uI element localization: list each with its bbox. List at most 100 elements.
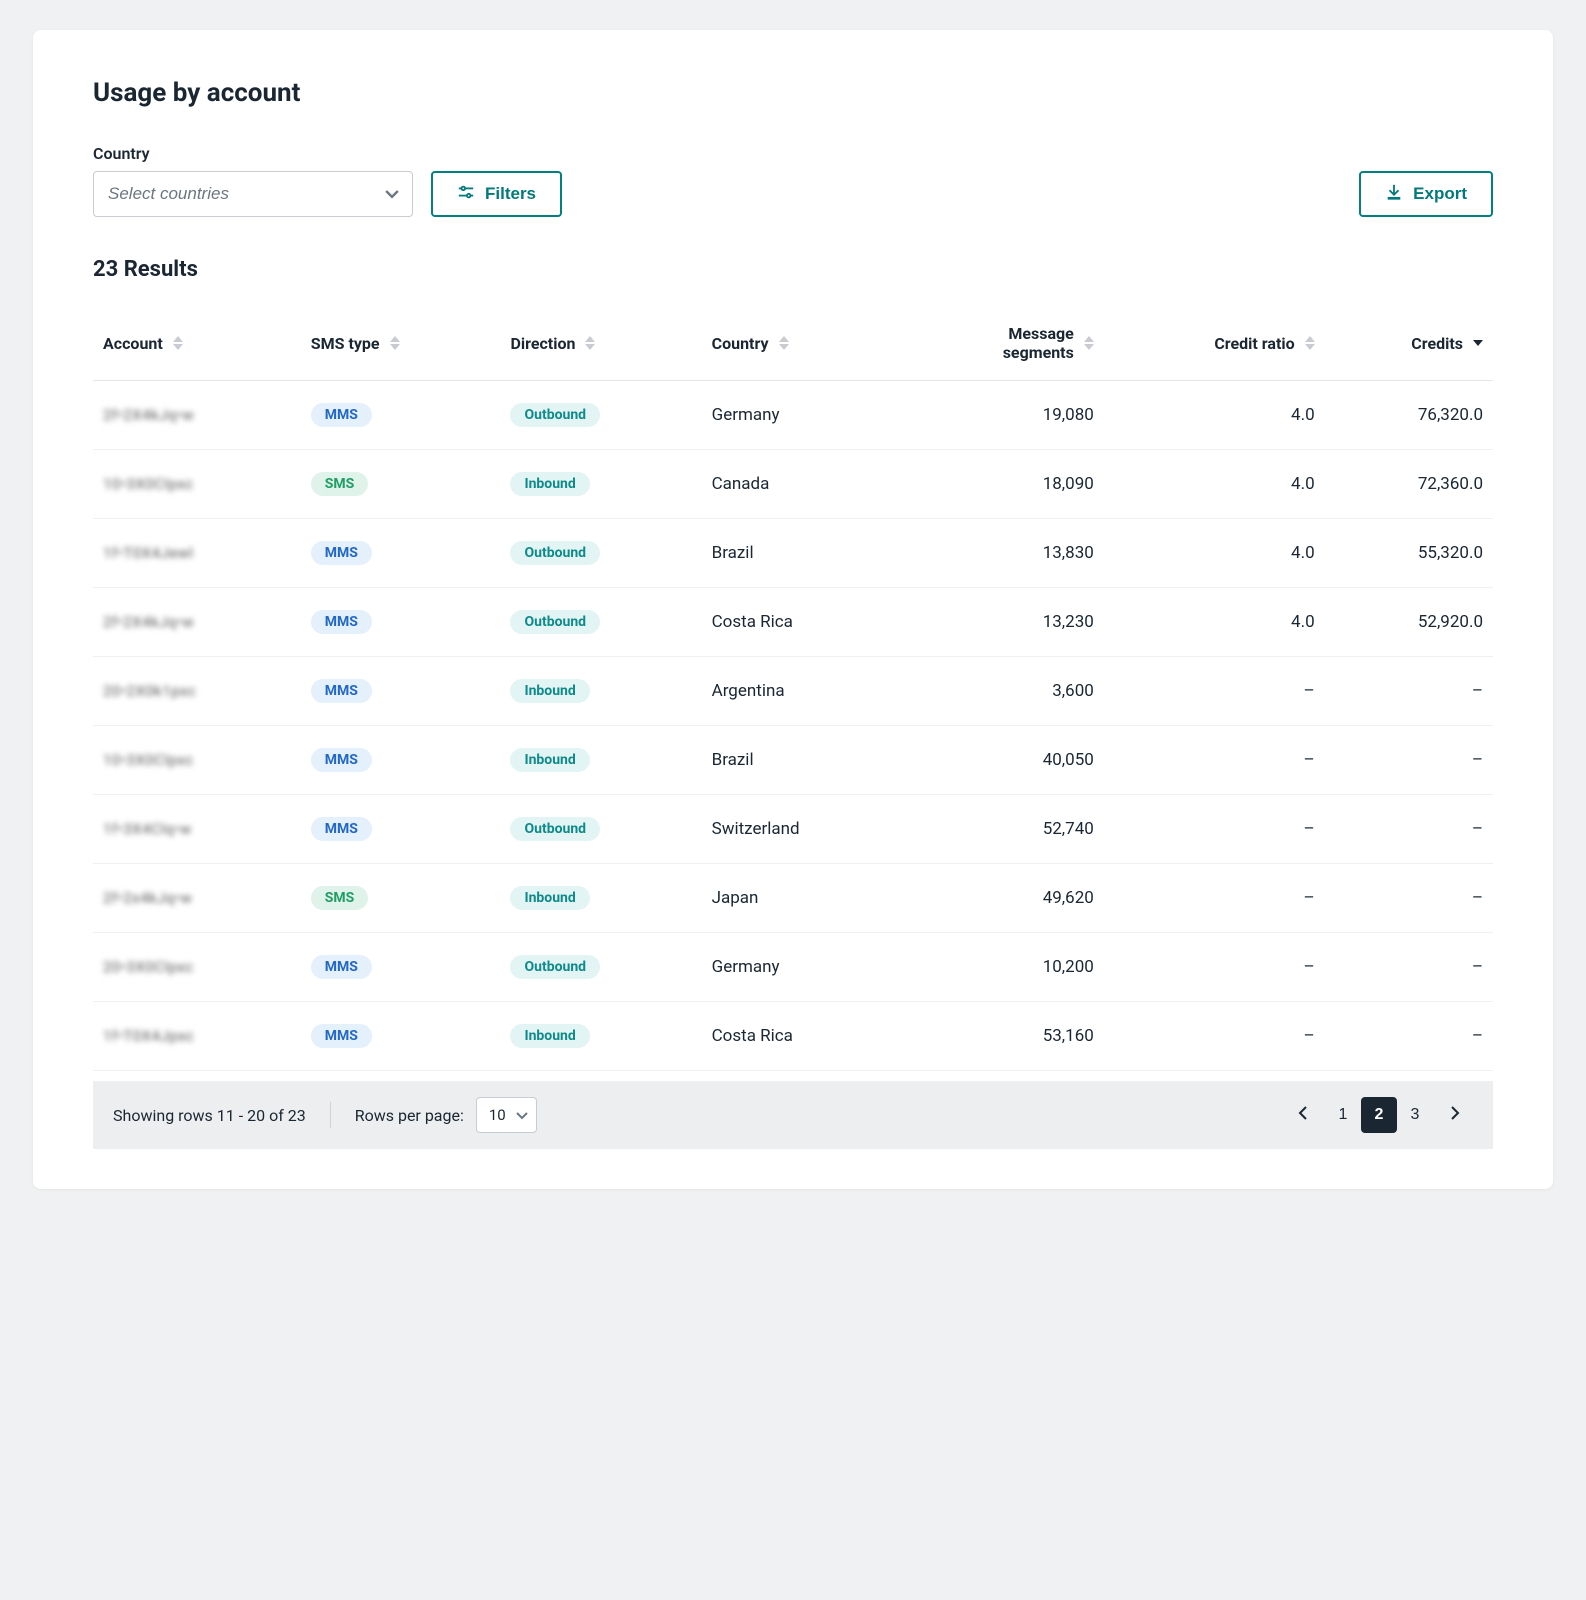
col-sms-type[interactable]: SMS type (301, 306, 501, 381)
segments-cell: 10,200 (900, 933, 1104, 1002)
download-icon (1385, 183, 1403, 206)
page-number-button[interactable]: 3 (1397, 1097, 1433, 1133)
account-cell: 1f•T0X4Jewl (93, 519, 301, 588)
sms-type-cell: MMS (301, 726, 501, 795)
sort-icon (390, 336, 400, 350)
country-filter-group: Country Select countries (93, 144, 413, 217)
country-cell: Brazil (702, 726, 900, 795)
ratio-cell: – (1104, 864, 1325, 933)
sms-type-cell: MMS (301, 657, 501, 726)
account-cell: 10•3X0Clpxc (93, 450, 301, 519)
usage-card: Usage by account Country Select countrie… (33, 30, 1553, 1189)
chevron-down-icon (516, 1106, 528, 1124)
credits-cell: 52,920.0 (1325, 588, 1493, 657)
table-row: 1f•3X4Clq•wMMSOutboundSwitzerland52,740–… (93, 795, 1493, 864)
direction-cell: Outbound (500, 933, 701, 1002)
col-account[interactable]: Account (93, 306, 301, 381)
direction-cell: Inbound (500, 726, 701, 795)
country-cell: Brazil (702, 519, 900, 588)
table-row: 20•2X0k1pxcMMSInboundArgentina3,600–– (93, 657, 1493, 726)
segments-cell: 52,740 (900, 795, 1104, 864)
table-row: 1f•T0X4JpxcMMSInboundCosta Rica53,160–– (93, 1002, 1493, 1071)
direction-cell: Outbound (500, 519, 701, 588)
page-controls: 123 (1285, 1097, 1473, 1133)
table-row: 10•3X0ClpxcMMSInboundBrazil40,050–– (93, 726, 1493, 795)
country-cell: Costa Rica (702, 588, 900, 657)
country-filter-label: Country (93, 144, 413, 163)
page-number-button[interactable]: 1 (1325, 1097, 1361, 1133)
pagination-bar: Showing rows 11 - 20 of 23 Rows per page… (93, 1081, 1493, 1149)
credits-cell: – (1325, 657, 1493, 726)
page-number-button[interactable]: 2 (1361, 1097, 1397, 1133)
sms-type-cell: MMS (301, 588, 501, 657)
country-cell: Japan (702, 864, 900, 933)
chevron-right-icon (1450, 1106, 1460, 1125)
col-credit-ratio[interactable]: Credit ratio (1104, 306, 1325, 381)
results-count: 23 Results (93, 257, 1493, 282)
segments-cell: 13,830 (900, 519, 1104, 588)
credits-cell: – (1325, 933, 1493, 1002)
segments-cell: 49,620 (900, 864, 1104, 933)
rows-per-page: Rows per page: 10 (355, 1097, 537, 1133)
next-page-button[interactable] (1437, 1097, 1473, 1133)
col-message-segments[interactable]: Message segments (900, 306, 1104, 381)
controls-row: Country Select countries Filters Export (93, 144, 1493, 217)
filters-button-label: Filters (485, 184, 536, 204)
segments-cell: 53,160 (900, 1002, 1104, 1071)
table-row: 1f•T0X4JewlMMSOutboundBrazil13,8304.055,… (93, 519, 1493, 588)
sliders-icon (457, 183, 475, 206)
sort-desc-icon (1473, 340, 1483, 346)
direction-cell: Inbound (500, 864, 701, 933)
ratio-cell: – (1104, 933, 1325, 1002)
ratio-cell: – (1104, 726, 1325, 795)
prev-page-button[interactable] (1285, 1097, 1321, 1133)
account-cell: 1f•T0X4Jpxc (93, 1002, 301, 1071)
sort-icon (173, 336, 183, 350)
account-cell: 20•3X0Clpxc (93, 933, 301, 1002)
table-row: 2f•2X4kJq•wMMSOutboundGermany19,0804.076… (93, 381, 1493, 450)
account-cell: 1f•3X4Clq•w (93, 795, 301, 864)
col-direction[interactable]: Direction (500, 306, 701, 381)
segments-cell: 40,050 (900, 726, 1104, 795)
table-row: 20•3X0ClpxcMMSOutboundGermany10,200–– (93, 933, 1493, 1002)
col-credits[interactable]: Credits (1325, 306, 1493, 381)
country-select[interactable]: Select countries (93, 171, 413, 217)
ratio-cell: – (1104, 657, 1325, 726)
direction-cell: Outbound (500, 588, 701, 657)
export-button-label: Export (1413, 184, 1467, 204)
sms-type-cell: MMS (301, 795, 501, 864)
rows-per-page-select[interactable]: 10 (476, 1097, 537, 1133)
filters-button[interactable]: Filters (431, 171, 562, 217)
segments-cell: 13,230 (900, 588, 1104, 657)
sort-icon (1305, 336, 1315, 350)
rows-per-page-label: Rows per page: (355, 1106, 464, 1125)
direction-cell: Outbound (500, 795, 701, 864)
table-row: 2f•2x4kJq•wSMSInboundJapan49,620–– (93, 864, 1493, 933)
sort-icon (779, 336, 789, 350)
sort-icon (585, 336, 595, 350)
account-cell: 2f•2X4kJq•w (93, 381, 301, 450)
divider (330, 1102, 331, 1128)
col-country[interactable]: Country (702, 306, 900, 381)
country-cell: Argentina (702, 657, 900, 726)
ratio-cell: – (1104, 795, 1325, 864)
sms-type-cell: MMS (301, 933, 501, 1002)
credits-cell: – (1325, 864, 1493, 933)
direction-cell: Inbound (500, 450, 701, 519)
page-title: Usage by account (93, 78, 1493, 108)
table-row: 10•3X0ClpxcSMSInboundCanada18,0904.072,3… (93, 450, 1493, 519)
export-button[interactable]: Export (1359, 171, 1493, 217)
account-cell: 20•2X0k1pxc (93, 657, 301, 726)
segments-cell: 3,600 (900, 657, 1104, 726)
usage-table: Account SMS type (93, 306, 1493, 1071)
segments-cell: 19,080 (900, 381, 1104, 450)
ratio-cell: – (1104, 1002, 1325, 1071)
pagination-left: Showing rows 11 - 20 of 23 Rows per page… (113, 1097, 537, 1133)
direction-cell: Inbound (500, 1002, 701, 1071)
credits-cell: 76,320.0 (1325, 381, 1493, 450)
country-cell: Costa Rica (702, 1002, 900, 1071)
credits-cell: 72,360.0 (1325, 450, 1493, 519)
sms-type-cell: SMS (301, 450, 501, 519)
account-cell: 10•3X0Clpxc (93, 726, 301, 795)
ratio-cell: 4.0 (1104, 381, 1325, 450)
